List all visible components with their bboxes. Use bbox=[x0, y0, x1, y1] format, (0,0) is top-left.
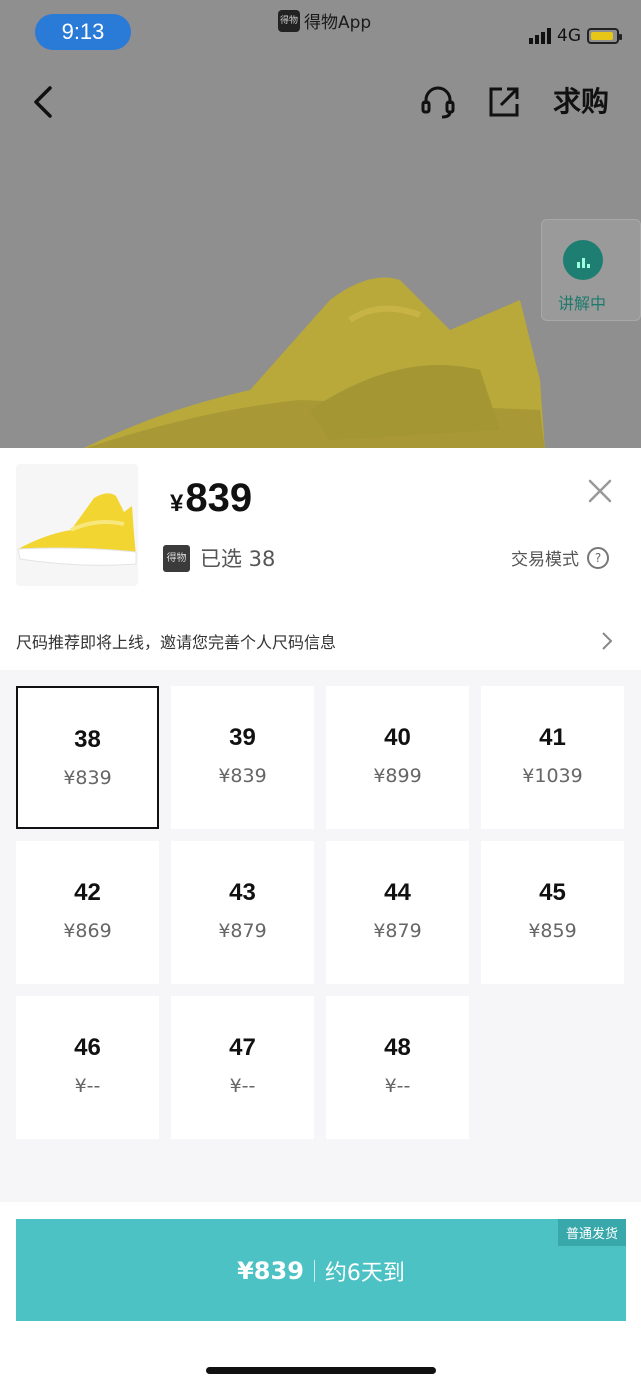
network-type: 4G bbox=[557, 26, 581, 46]
size-option-45[interactable]: 45 ¥859 bbox=[481, 841, 624, 984]
buy-button[interactable]: 普通发货 ¥839 约6天到 bbox=[16, 1219, 626, 1321]
delivery-eta: 约6天到 bbox=[324, 1261, 405, 1286]
question-icon: ? bbox=[587, 546, 609, 569]
size-number: 38 bbox=[74, 726, 101, 753]
size-price: ¥839 bbox=[218, 765, 267, 787]
shipping-type-badge: 普通发货 bbox=[557, 1219, 626, 1246]
app-logo-icon: 得物 bbox=[278, 9, 300, 32]
size-option-44[interactable]: 44 ¥879 bbox=[326, 841, 469, 984]
size-number: 39 bbox=[229, 724, 256, 751]
status-app-label: 得物 得物App bbox=[278, 8, 371, 33]
size-recommend-tip[interactable]: 尺码推荐即将上线，邀请您完善个人尺码信息 bbox=[0, 613, 641, 669]
size-option-42[interactable]: 42 ¥869 bbox=[16, 841, 159, 984]
trade-mode-label: 交易模式 bbox=[511, 550, 579, 570]
selected-price: ¥839 bbox=[170, 476, 253, 520]
signal-icon bbox=[529, 28, 551, 44]
buy-price: ¥839 bbox=[237, 1257, 304, 1285]
size-price: ¥1039 bbox=[522, 765, 583, 787]
customer-service-icon[interactable] bbox=[420, 84, 456, 120]
size-option-43[interactable]: 43 ¥879 bbox=[171, 841, 314, 984]
size-price: ¥859 bbox=[528, 920, 577, 942]
back-arrow-icon[interactable] bbox=[30, 84, 60, 120]
home-indicator[interactable] bbox=[206, 1367, 436, 1374]
tip-text: 尺码推荐即将上线，邀请您完善个人尺码信息 bbox=[16, 633, 337, 652]
status-time: 9:13 bbox=[35, 14, 131, 50]
size-selection-sheet: ¥839 得物 已选 38 交易模式 ? 尺码推荐即将上线，邀请您完善个人尺码信… bbox=[0, 448, 641, 1387]
size-price: ¥879 bbox=[373, 920, 422, 942]
size-price: ¥899 bbox=[373, 765, 422, 787]
size-option-41[interactable]: 41 ¥1039 bbox=[481, 686, 624, 829]
share-icon[interactable] bbox=[486, 84, 522, 120]
size-number: 42 bbox=[74, 879, 101, 906]
size-option-40[interactable]: 40 ¥899 bbox=[326, 686, 469, 829]
battery-icon bbox=[587, 28, 622, 44]
want-to-buy-button[interactable]: 求购 bbox=[553, 84, 609, 120]
size-price: ¥-- bbox=[229, 1075, 256, 1097]
size-number: 41 bbox=[539, 724, 566, 751]
size-grid: 38 ¥839 39 ¥839 40 ¥899 41 ¥1039 42 ¥869… bbox=[0, 670, 641, 1202]
size-number: 45 bbox=[539, 879, 566, 906]
size-price: ¥869 bbox=[63, 920, 112, 942]
size-number: 44 bbox=[384, 879, 411, 906]
divider bbox=[313, 1260, 315, 1282]
size-option-47[interactable]: 47 ¥-- bbox=[171, 996, 314, 1139]
size-option-46[interactable]: 46 ¥-- bbox=[16, 996, 159, 1139]
product-thumbnail bbox=[16, 464, 138, 586]
size-number: 47 bbox=[229, 1034, 256, 1061]
app-name: 得物App bbox=[304, 13, 372, 33]
close-icon[interactable] bbox=[587, 478, 613, 504]
status-indicators: 4G bbox=[529, 26, 622, 46]
size-option-39[interactable]: 39 ¥839 bbox=[171, 686, 314, 829]
selected-size-label: 已选 38 bbox=[200, 547, 276, 571]
product-hero-image bbox=[84, 277, 545, 448]
selected-size-row: 得物 已选 38 bbox=[163, 543, 275, 573]
dewu-logo-icon: 得物 bbox=[163, 544, 190, 572]
size-number: 46 bbox=[74, 1034, 101, 1061]
size-number: 48 bbox=[384, 1034, 411, 1061]
size-number: 40 bbox=[384, 724, 411, 751]
size-price: ¥879 bbox=[218, 920, 267, 942]
size-price: ¥-- bbox=[74, 1075, 101, 1097]
trade-mode-link[interactable]: 交易模式 ? bbox=[511, 545, 609, 570]
size-option-48[interactable]: 48 ¥-- bbox=[326, 996, 469, 1139]
background-page-overlay: 9:13 得物 得物App 4G 求购 讲解中 bbox=[0, 0, 641, 448]
buy-button-content: ¥839 约6天到 bbox=[16, 1255, 626, 1287]
size-option-38[interactable]: 38 ¥839 bbox=[16, 686, 159, 829]
size-number: 43 bbox=[229, 879, 256, 906]
size-price: ¥-- bbox=[384, 1075, 411, 1097]
shoe-thumbnail-image bbox=[17, 493, 137, 566]
size-price: ¥839 bbox=[63, 767, 112, 789]
chevron-right-icon bbox=[602, 632, 613, 650]
